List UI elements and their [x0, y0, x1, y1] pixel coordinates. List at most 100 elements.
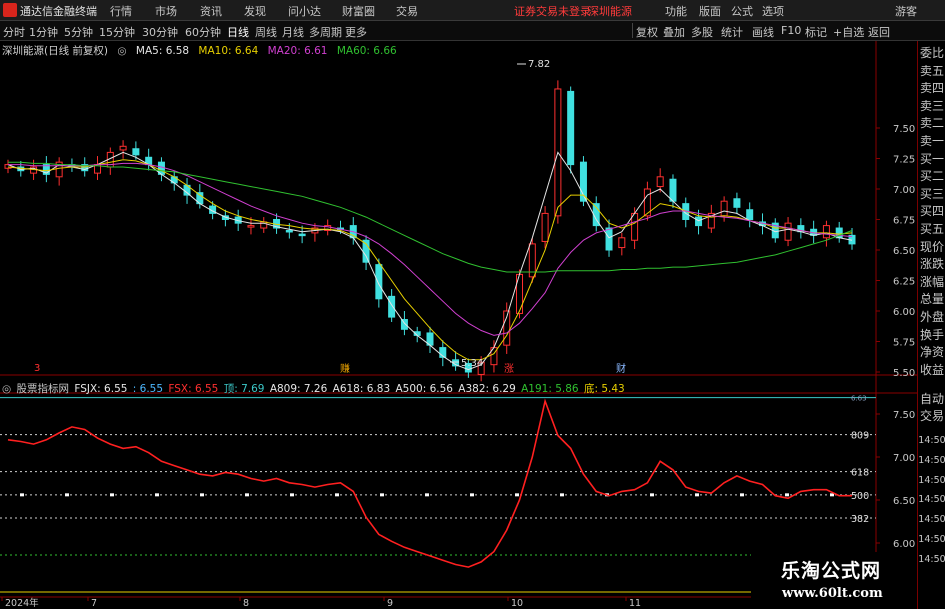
price-axis-label: 5.75 — [893, 338, 915, 349]
indicator-line — [7, 398, 852, 568]
price-axis-label: 6.25 — [893, 277, 915, 288]
sidebar-item[interactable]: 收益 — [918, 362, 945, 378]
stock-label[interactable]: 深圳能源(日线 前复权) — [2, 45, 108, 57]
indicator-level-label: 618 — [851, 468, 869, 479]
indicator-value: FSX: 6.55 — [168, 383, 219, 395]
candle-body — [247, 225, 255, 228]
date-axis-label: 11 — [629, 598, 641, 609]
level-dot — [425, 493, 429, 497]
sidebar-item[interactable]: 14:50 — [918, 532, 945, 548]
sidebar-item[interactable]: 涨幅 — [918, 274, 945, 290]
price-axis: 7.50 7.25 7.00 6.75 6.50 6.25 6.00 5.75 5.50 — [876, 124, 915, 379]
chart-canvas[interactable]: 8096185003826.63 7.82 5.34 3 赚 涨 财 7.507… — [0, 0, 945, 609]
sidebar-item[interactable]: 涨跌 — [918, 256, 945, 272]
sidebar-item[interactable]: 14:50 — [918, 552, 945, 568]
indicator-value: A809: 7.26 — [269, 383, 328, 395]
level-dot — [245, 493, 249, 497]
candle-body — [695, 216, 703, 227]
indicator-value: FSJX: 6.55 — [74, 383, 128, 395]
candle-body — [720, 200, 728, 217]
price-axis-label: 6.00 — [893, 307, 915, 318]
sidebar-item[interactable]: 卖三 — [918, 98, 945, 114]
candle-body — [656, 176, 664, 188]
indicator-value: A191: 5.86 — [521, 383, 579, 395]
indicator-axis-label: 6.50 — [893, 496, 915, 507]
indicator-axis-label: 7.50 — [893, 410, 915, 421]
sidebar-item[interactable]: 换手 — [918, 327, 945, 343]
main-chart-legend: 深圳能源(日线 前复权) ◎ MA5: 6.58 MA10: 6.64 MA20… — [2, 43, 403, 58]
sidebar-item[interactable]: 卖二 — [918, 115, 945, 131]
candle-body — [631, 212, 639, 241]
level-dot — [380, 493, 384, 497]
sidebar-item[interactable]: 14:50 — [918, 512, 945, 528]
sidebar-item[interactable]: 买二 — [918, 168, 945, 184]
level-dot — [560, 493, 564, 497]
sidebar-item[interactable]: 外盘 — [918, 309, 945, 325]
indicator-value: A382: 6.29 — [458, 383, 516, 395]
sidebar-item[interactable]: 卖一 — [918, 133, 945, 149]
candle-body — [541, 212, 549, 242]
candle-body — [388, 295, 396, 318]
candle-body — [746, 209, 754, 221]
date-axis-label: 7 — [91, 598, 97, 609]
chart-labels: 7.82 5.34 3 赚 涨 财 — [34, 59, 626, 375]
sidebar-item[interactable]: 买五 — [918, 221, 945, 237]
level-dot — [695, 493, 699, 497]
sidebar-item[interactable]: 净资 — [918, 344, 945, 360]
event-marker[interactable]: 财 — [616, 362, 626, 375]
indicator-legend: ◎ 股票指标网 FSJX: 6.55 : 6.55 FSX: 6.55 顶: 7… — [2, 381, 627, 396]
event-marker[interactable]: 赚 — [340, 362, 350, 375]
sidebar-item[interactable]: 买三 — [918, 186, 945, 202]
indicator-level-label: 382 — [851, 514, 869, 525]
level-dot — [740, 493, 744, 497]
level-dot — [785, 493, 789, 497]
level-dot — [65, 493, 69, 497]
indicator-value: A500: 6.56 — [395, 383, 453, 395]
price-axis-label: 7.00 — [893, 185, 915, 196]
candlestick-series — [4, 80, 856, 382]
level-dot — [515, 493, 519, 497]
indicator-level-label: 500 — [851, 491, 869, 502]
level-dot — [110, 493, 114, 497]
indicator-small-label: 6.63 — [851, 395, 867, 403]
low-price-label: 5.34 — [461, 358, 483, 369]
date-axis-label: 10 — [511, 598, 523, 609]
ma10-value: MA10: 6.64 — [198, 45, 259, 57]
sidebar-item[interactable]: 现价 — [918, 239, 945, 255]
sidebar-item[interactable]: 买四 — [918, 203, 945, 219]
sidebar-item[interactable]: 自动 — [918, 391, 945, 407]
candle-body — [784, 222, 792, 241]
watermark-url: www.60lt.com — [782, 586, 883, 601]
candle-body — [285, 229, 293, 233]
ma60-value: MA60: 6.66 — [336, 45, 397, 57]
high-price-label: 7.82 — [528, 59, 550, 70]
indicator-value: A618: 6.83 — [332, 383, 391, 395]
settings-icon[interactable]: ◎ — [117, 45, 126, 57]
event-marker[interactable]: 涨 — [504, 363, 514, 375]
sidebar-item[interactable]: 卖五 — [918, 63, 945, 79]
sidebar-item[interactable]: 14:50 — [918, 433, 945, 449]
candle-body — [375, 264, 383, 300]
sidebar-item[interactable]: 委比 — [918, 45, 945, 61]
indicator-value: 底: 5.43 — [583, 383, 625, 395]
sidebar-item[interactable]: 总量 — [918, 291, 945, 307]
indicator-axis-label: 6.00 — [893, 539, 915, 550]
sidebar-item[interactable]: 14:50 — [918, 453, 945, 469]
level-dot — [200, 493, 204, 497]
indicator-value: 顶: 7.69 — [223, 383, 265, 395]
price-axis-label: 6.50 — [893, 246, 915, 257]
candle-body — [132, 148, 140, 156]
watermark: 乐淘公式网 www.60lt.com — [751, 552, 917, 609]
indicator-name[interactable]: 股票指标网 — [17, 383, 70, 395]
date-axis-label: 8 — [243, 598, 249, 609]
sidebar-item[interactable]: 交易 — [918, 408, 945, 424]
sidebar-item[interactable]: 买一 — [918, 151, 945, 167]
candle-body — [669, 178, 677, 202]
sidebar-item[interactable]: 14:50 — [918, 492, 945, 508]
sidebar-item[interactable]: 卖四 — [918, 80, 945, 96]
settings-icon[interactable]: ◎ — [2, 383, 11, 395]
price-axis-label: 7.50 — [893, 124, 915, 135]
level-dot — [470, 493, 474, 497]
sidebar-item[interactable]: 14:50 — [918, 473, 945, 489]
event-marker[interactable]: 3 — [34, 363, 40, 374]
